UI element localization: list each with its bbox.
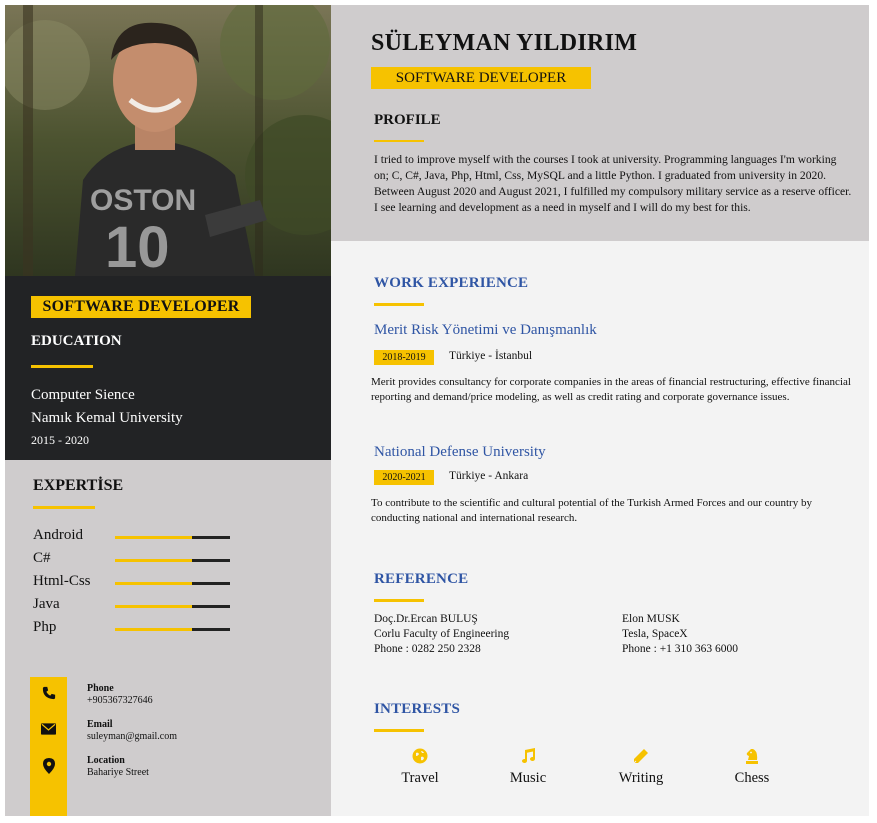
reference-phone: Phone : 0282 250 2328 bbox=[374, 643, 481, 655]
reference-org: Corlu Faculty of Engineering bbox=[374, 628, 510, 640]
interest-item: Chess bbox=[707, 746, 797, 787]
education-panel: SOFTWARE DEVELOPER EDUCATION Computer Si… bbox=[5, 276, 331, 460]
job-company: Merit Risk Yönetimi ve Danışmanlık bbox=[374, 322, 597, 338]
svg-text:OSTON: OSTON bbox=[90, 184, 196, 217]
education-years: 2015 - 2020 bbox=[31, 433, 89, 447]
reference-card: Elon MUSK Tesla, SpaceX Phone : +1 310 3… bbox=[622, 612, 738, 657]
skill-row: Html-Css bbox=[33, 573, 233, 593]
expertise-heading: EXPERTİSE bbox=[33, 477, 124, 494]
person-name: SÜLEYMAN YILDIRIM bbox=[371, 30, 638, 56]
skill-bar bbox=[115, 582, 230, 585]
reference-name: Elon MUSK bbox=[622, 613, 680, 625]
reference-underline bbox=[374, 599, 424, 602]
skill-bar bbox=[115, 559, 230, 562]
email-value: suleyman@gmail.com bbox=[87, 731, 178, 742]
interests-heading: INTERESTS bbox=[374, 701, 461, 717]
profile-photo: OSTON 10 bbox=[5, 5, 331, 276]
reference-org: Tesla, SpaceX bbox=[622, 628, 688, 640]
globe-icon bbox=[375, 746, 465, 766]
job-company: National Defense University bbox=[374, 444, 546, 460]
work-experience-heading: WORK EXPERIENCE bbox=[374, 275, 529, 291]
phone-value: +905367327646 bbox=[87, 695, 153, 706]
job-location: Türkiye - İstanbul bbox=[449, 350, 533, 362]
reference-name: Doç.Dr.Ercan BULUŞ bbox=[374, 613, 478, 625]
work-experience-underline bbox=[374, 303, 424, 306]
skill-row: C# bbox=[33, 550, 233, 570]
education-heading: EDUCATION bbox=[31, 333, 122, 349]
skill-bar bbox=[115, 628, 230, 631]
interest-item: Travel bbox=[375, 746, 465, 787]
sidebar: OSTON 10 SOFTWARE DEVELOPER EDUCATION Co… bbox=[5, 5, 331, 816]
skill-name: Php bbox=[33, 619, 57, 635]
envelope-icon bbox=[30, 719, 67, 739]
resume-page: OSTON 10 SOFTWARE DEVELOPER EDUCATION Co… bbox=[5, 5, 869, 816]
music-note-icon bbox=[483, 746, 573, 766]
skill-name: Android bbox=[33, 527, 83, 543]
skill-row: Android bbox=[33, 527, 233, 547]
education-school: Namık Kemal University bbox=[31, 410, 183, 426]
job-dates-badge: 2018-2019 bbox=[374, 350, 434, 365]
skill-bar bbox=[115, 605, 230, 608]
job-location: Türkiye - Ankara bbox=[449, 470, 529, 482]
skill-row: Php bbox=[33, 619, 233, 639]
email-label: Email bbox=[87, 719, 113, 730]
profile-underline bbox=[374, 140, 424, 142]
job-description: Merit provides consultancy for corporate… bbox=[371, 376, 851, 403]
education-underline bbox=[31, 365, 93, 368]
job-dates-badge: 2020-2021 bbox=[374, 470, 434, 485]
profile-heading: PROFILE bbox=[374, 112, 441, 128]
skill-bar bbox=[115, 536, 230, 539]
profile-photo-illustration: OSTON 10 bbox=[5, 5, 331, 276]
reference-heading: REFERENCE bbox=[374, 571, 469, 587]
skill-row: Java bbox=[33, 596, 233, 616]
interest-label: Travel bbox=[401, 770, 439, 786]
job-description: To contribute to the scientific and cult… bbox=[371, 497, 812, 524]
skill-bar-fill bbox=[115, 536, 193, 539]
reference-phone: Phone : +1 310 363 6000 bbox=[622, 643, 739, 655]
skill-name: C# bbox=[33, 550, 51, 566]
svg-text:10: 10 bbox=[105, 215, 170, 276]
location-label: Location bbox=[87, 755, 125, 766]
location-pin-icon bbox=[30, 756, 67, 776]
skill-bar-fill bbox=[115, 582, 193, 585]
pencil-icon bbox=[596, 746, 686, 766]
skill-bar-fill bbox=[115, 559, 193, 562]
skill-bar-fill bbox=[115, 605, 193, 608]
interest-item: Writing bbox=[596, 746, 686, 787]
skill-bar-fill bbox=[115, 628, 193, 631]
location-value: Bahariye Street bbox=[87, 767, 149, 778]
phone-icon bbox=[30, 683, 67, 703]
interest-label: Music bbox=[509, 770, 547, 786]
interests-underline bbox=[374, 729, 424, 732]
profile-text: I tried to improve myself with the cours… bbox=[374, 153, 852, 214]
skill-name: Java bbox=[33, 596, 60, 612]
contact-icon-strip bbox=[30, 677, 67, 816]
reference-card: Doç.Dr.Ercan BULUŞ Corlu Faculty of Engi… bbox=[374, 612, 509, 657]
interest-label: Chess bbox=[734, 770, 770, 786]
skill-name: Html-Css bbox=[33, 573, 91, 589]
main-content: WORK EXPERIENCE Merit Risk Yönetimi ve D… bbox=[331, 241, 869, 816]
interest-label: Writing bbox=[618, 770, 664, 786]
header-panel: SÜLEYMAN YILDIRIM SOFTWARE DEVELOPER PRO… bbox=[331, 5, 869, 241]
expertise-underline bbox=[33, 506, 95, 509]
phone-label: Phone bbox=[87, 683, 114, 694]
education-degree: Computer Sience bbox=[31, 387, 135, 403]
chess-knight-icon bbox=[707, 746, 797, 766]
sidebar-role-badge: SOFTWARE DEVELOPER bbox=[31, 296, 251, 318]
role-badge: SOFTWARE DEVELOPER bbox=[371, 67, 591, 89]
interest-item: Music bbox=[483, 746, 573, 787]
